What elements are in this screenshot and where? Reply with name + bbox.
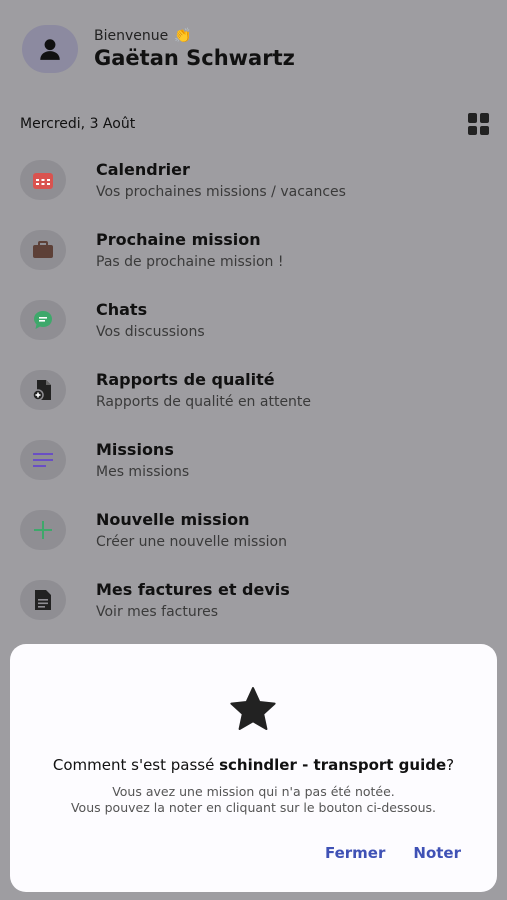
calendar-icon bbox=[20, 160, 66, 200]
briefcase-icon bbox=[20, 230, 66, 270]
menu-item-title: Mes factures et devis bbox=[96, 580, 290, 599]
grid-view-icon[interactable] bbox=[468, 113, 490, 135]
chat-icon bbox=[20, 300, 66, 340]
menu-item-new-mission[interactable]: Nouvelle mission Créer une nouvelle miss… bbox=[20, 510, 490, 580]
user-name: Gaëtan Schwartz bbox=[94, 46, 295, 70]
dialog-message: Vous avez une mission qui n'a pas été no… bbox=[10, 784, 497, 816]
header: Bienvenue 👏 Gaëtan Schwartz bbox=[22, 25, 295, 73]
menu-item-next-mission[interactable]: Prochaine mission Pas de prochaine missi… bbox=[20, 230, 490, 300]
star-icon bbox=[230, 687, 276, 730]
menu-item-subtitle: Mes missions bbox=[96, 464, 190, 480]
plus-icon bbox=[20, 510, 66, 550]
menu-item-subtitle: Voir mes factures bbox=[96, 604, 219, 620]
question-suffix: ? bbox=[446, 756, 455, 774]
dialog-message-line2: Vous pouvez la noter en cliquant sur le … bbox=[70, 800, 437, 815]
question-prefix: Comment s'est passé bbox=[52, 756, 220, 774]
menu-item-title: Chats bbox=[96, 300, 148, 319]
dialog-actions: Fermer Noter bbox=[325, 844, 461, 862]
mission-name: schindler - transport guide bbox=[219, 756, 447, 774]
close-button[interactable]: Fermer bbox=[325, 844, 385, 862]
menu-item-subtitle: Pas de prochaine mission ! bbox=[96, 254, 284, 270]
menu-item-title: Rapports de qualité bbox=[96, 370, 275, 389]
menu-item-chats[interactable]: Chats Vos discussions bbox=[20, 300, 490, 370]
menu-item-subtitle: Créer une nouvelle mission bbox=[96, 534, 287, 550]
dialog-message-line1: Vous avez une mission qui n'a pas été no… bbox=[112, 784, 395, 799]
welcome-text: Bienvenue 👏 bbox=[94, 28, 295, 44]
dialog-question: Comment s'est passé schindler - transpor… bbox=[10, 756, 497, 774]
home-screen: Bienvenue 👏 Gaëtan Schwartz Mercredi, 3 A… bbox=[0, 0, 507, 900]
avatar[interactable] bbox=[22, 25, 78, 73]
menu-item-invoices[interactable]: Mes factures et devis Voir mes factures bbox=[20, 580, 490, 650]
current-date: Mercredi, 3 Août bbox=[20, 116, 136, 132]
invoice-icon bbox=[20, 580, 66, 620]
menu-list: Calendrier Vos prochaines missions / vac… bbox=[20, 160, 490, 650]
menu-item-title: Calendrier bbox=[96, 160, 190, 179]
wave-icon: 👏 bbox=[174, 28, 192, 44]
menu-item-calendar[interactable]: Calendrier Vos prochaines missions / vac… bbox=[20, 160, 490, 230]
rating-dialog: Comment s'est passé schindler - transpor… bbox=[10, 644, 497, 892]
person-icon bbox=[40, 39, 60, 60]
menu-item-quality-reports[interactable]: Rapports de qualité Rapports de qualité … bbox=[20, 370, 490, 440]
report-icon bbox=[20, 370, 66, 410]
date-row: Mercredi, 3 Août bbox=[20, 113, 490, 135]
greeting: Bienvenue 👏 Gaëtan Schwartz bbox=[94, 28, 295, 70]
rate-button[interactable]: Noter bbox=[413, 844, 461, 862]
menu-item-subtitle: Vos discussions bbox=[96, 324, 205, 340]
menu-item-title: Nouvelle mission bbox=[96, 510, 250, 529]
list-icon bbox=[20, 440, 66, 480]
menu-item-missions[interactable]: Missions Mes missions bbox=[20, 440, 490, 510]
menu-item-title: Prochaine mission bbox=[96, 230, 261, 249]
welcome-label: Bienvenue bbox=[94, 28, 169, 44]
menu-item-subtitle: Vos prochaines missions / vacances bbox=[96, 184, 346, 200]
menu-item-subtitle: Rapports de qualité en attente bbox=[96, 394, 312, 410]
menu-item-title: Missions bbox=[96, 440, 174, 459]
